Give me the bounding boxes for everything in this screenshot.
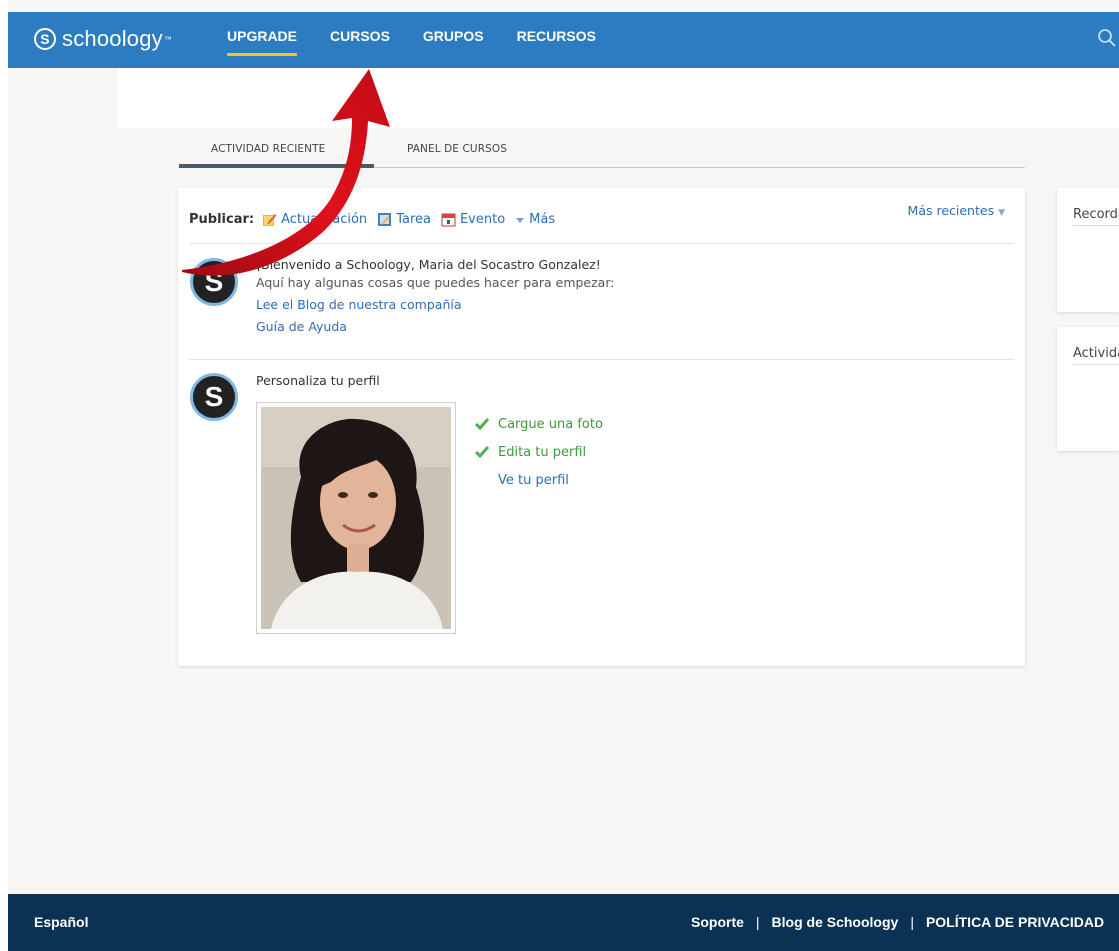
footer-separator: | xyxy=(910,914,914,930)
assignment-icon xyxy=(378,213,392,226)
reminders-title: Recordatorios xyxy=(1073,207,1119,226)
checkmark-icon xyxy=(474,446,490,459)
main-nav: UPGRADE CURSOS GRUPOS RECURSOS xyxy=(227,12,629,68)
schoology-avatar: S xyxy=(190,373,238,421)
reminders-card: Recordatorios xyxy=(1057,188,1119,312)
nav-grupos[interactable]: GRUPOS xyxy=(423,12,484,68)
tab-actividad-reciente[interactable]: ACTIVIDAD RECIENTE xyxy=(178,143,375,168)
sort-dropdown[interactable]: Más recientes ▼ xyxy=(908,203,1005,218)
top-navigation-bar: S schoology ™ UPGRADE CURSOS GRUPOS RECUR… xyxy=(8,12,1119,68)
checklist-item[interactable]: Edita tu perfil xyxy=(474,438,603,466)
feed-divider xyxy=(189,359,1014,360)
activity-card: Actividad xyxy=(1057,327,1119,451)
publish-more-label: Más xyxy=(529,212,556,227)
publish-update-button[interactable]: Actualización xyxy=(262,212,367,227)
welcome-post: ¡Bienvenido a Schoology, Maria del Socas… xyxy=(256,257,614,334)
checklist-item[interactable]: Ve tu perfil xyxy=(474,466,603,494)
tab-panel-de-cursos[interactable]: PANEL DE CURSOS xyxy=(407,143,507,155)
footer-support-link[interactable]: Soporte xyxy=(691,914,744,930)
profile-checklist: Cargue una foto Edita tu perfil Ve tu pe… xyxy=(474,410,603,494)
schoology-logo-icon: S xyxy=(34,28,56,50)
profile-photo[interactable] xyxy=(256,402,456,634)
publish-label: Publicar: xyxy=(189,212,255,227)
publish-assignment-button[interactable]: Tarea xyxy=(377,212,431,227)
calendar-icon xyxy=(441,213,456,227)
nav-cursos[interactable]: CURSOS xyxy=(330,12,390,68)
sort-label: Más recientes xyxy=(907,203,995,218)
nav-upgrade[interactable]: UPGRADE xyxy=(227,12,298,68)
footer-privacy-link[interactable]: POLÍTICA DE PRIVACIDAD xyxy=(926,914,1104,930)
publish-bar: Publicar: Actualización Tarea Evento Más xyxy=(189,212,565,227)
publish-assignment-label: Tarea xyxy=(396,212,431,227)
help-guide-link[interactable]: Guía de Ayuda xyxy=(256,319,614,334)
caret-down-icon: ▼ xyxy=(998,208,1005,218)
header-spacer-band xyxy=(118,68,1119,128)
footer: Español Soporte | Blog de Schoology | POLÍTI… xyxy=(8,894,1119,951)
activity-title: Actividad xyxy=(1073,346,1119,365)
footer-separator: | xyxy=(755,914,760,930)
checklist-edit-profile: Edita tu perfil xyxy=(498,444,587,460)
footer-links: Soporte | Blog de Schoology | POLÍTICA DE PR… xyxy=(691,914,1104,930)
trademark-mark: ™ xyxy=(163,34,173,44)
feed-divider xyxy=(189,243,1014,244)
schoology-avatar: S xyxy=(190,258,238,306)
schoology-logo[interactable]: S schoology ™ xyxy=(34,26,172,52)
publish-update-label: Actualización xyxy=(281,212,368,227)
profile-photo-image xyxy=(261,407,451,629)
blog-link[interactable]: Lee el Blog de nuestra compañía xyxy=(256,297,614,312)
publish-event-button[interactable]: Evento xyxy=(441,212,505,227)
logo-text: schoology xyxy=(62,26,163,51)
home-tabs: ACTIVIDAD RECIENTE PANEL DE CURSOS xyxy=(178,138,1025,168)
activity-feed-card: Publicar: Actualización Tarea Evento Más… xyxy=(178,188,1025,666)
checklist-view-profile[interactable]: Ve tu perfil xyxy=(498,473,569,488)
caret-down-icon xyxy=(516,217,525,223)
profile-post-title: Personaliza tu perfil xyxy=(256,373,380,388)
welcome-title: ¡Bienvenido a Schoology, Maria del Socas… xyxy=(256,257,601,272)
search-icon[interactable] xyxy=(1097,28,1117,48)
checklist-upload-photo: Cargue una foto xyxy=(498,416,603,432)
nav-recursos[interactable]: RECURSOS xyxy=(517,12,596,68)
welcome-subtitle: Aquí hay algunas cosas que puedes hacer … xyxy=(256,275,615,290)
publish-more-button[interactable]: Más xyxy=(515,212,555,227)
pencil-note-icon xyxy=(263,214,277,226)
profile-post: Personaliza tu perfil xyxy=(256,373,380,388)
language-selector[interactable]: Español xyxy=(34,914,88,930)
footer-blog-link[interactable]: Blog de Schoology xyxy=(772,914,899,930)
checklist-item[interactable]: Cargue una foto xyxy=(474,410,603,438)
page-frame: S schoology ™ UPGRADE CURSOS GRUPOS RECUR… xyxy=(8,0,1119,951)
publish-event-label: Evento xyxy=(459,212,506,227)
checkmark-icon xyxy=(474,418,490,431)
